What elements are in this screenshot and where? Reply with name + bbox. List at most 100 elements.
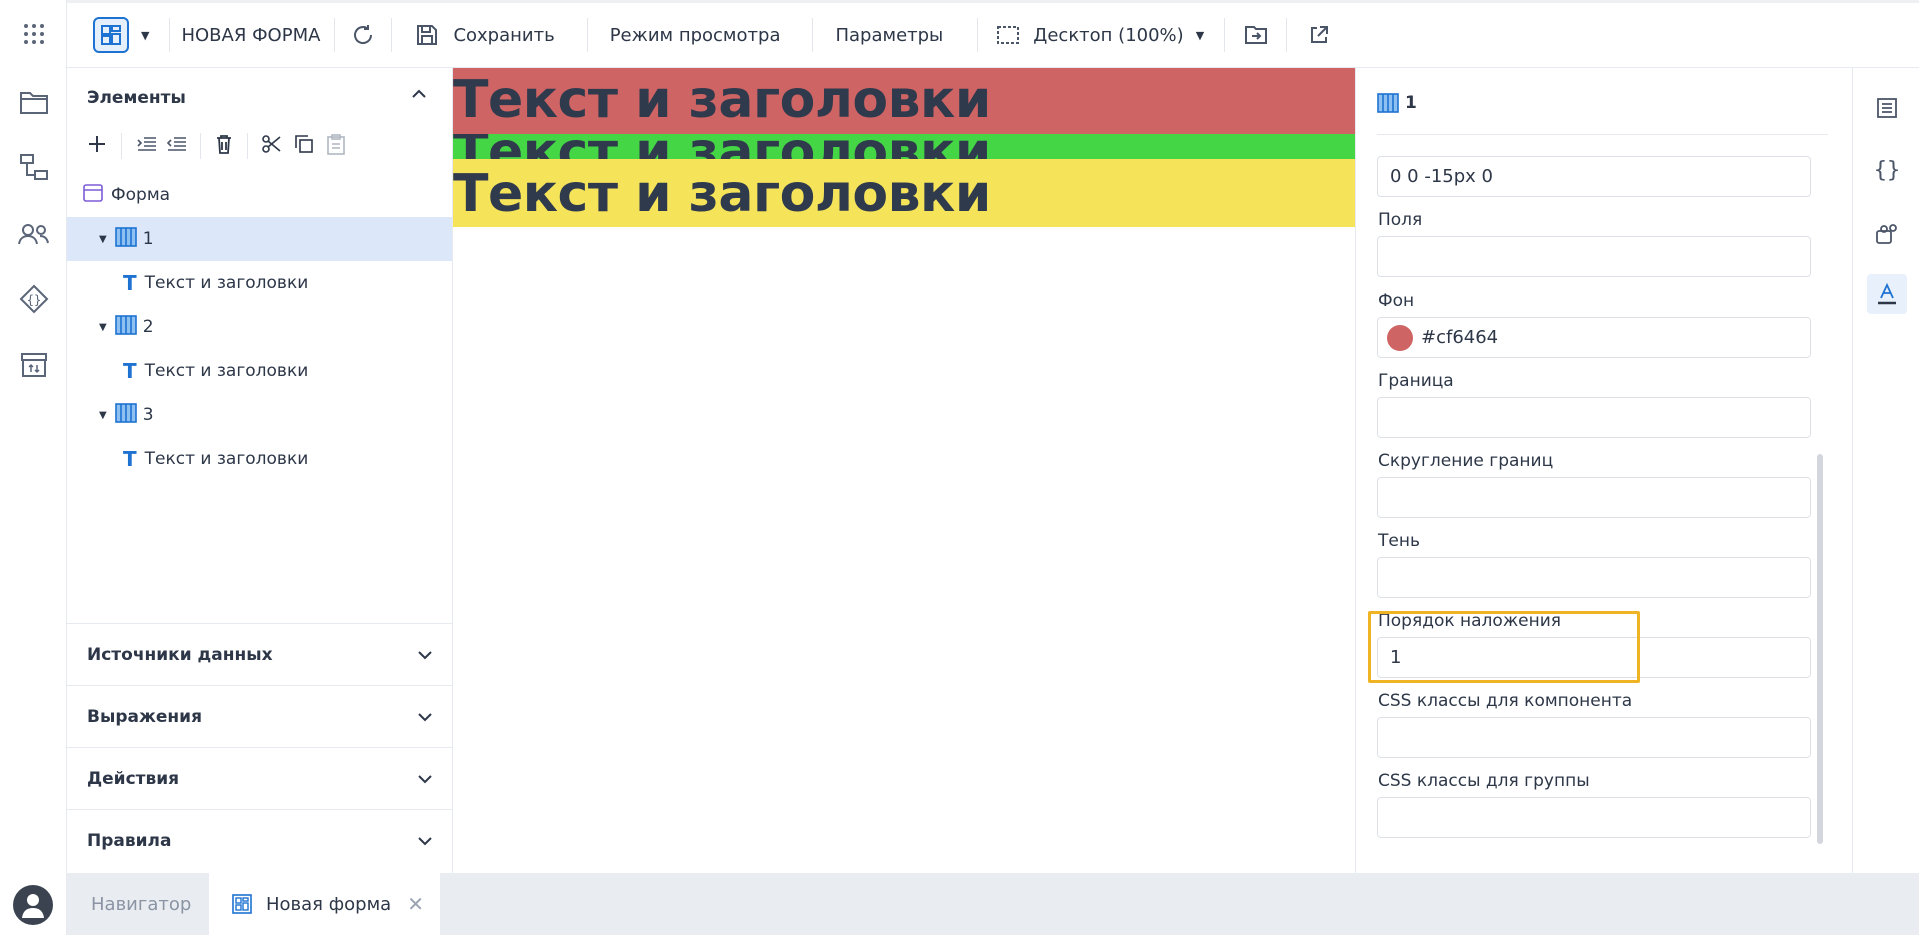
- caret-down-icon[interactable]: ▼: [99, 322, 107, 333]
- text-type-icon: T: [123, 447, 137, 471]
- caret-down-icon[interactable]: ▼: [99, 234, 107, 245]
- indent-icon[interactable]: [136, 136, 156, 157]
- code-braces-icon[interactable]: {}: [1867, 150, 1907, 190]
- section-title: Выражения: [87, 706, 202, 727]
- user-avatar[interactable]: [13, 885, 53, 925]
- add-icon[interactable]: [87, 134, 107, 159]
- properties-panel: 1 0 0 -15px 0 Поля Фон #cf6464 Граница С…: [1355, 68, 1852, 873]
- divider: [334, 18, 336, 52]
- device-selector[interactable]: Десктоп (100%) ▼: [997, 3, 1204, 67]
- tree-item-columns-1[interactable]: ▼ 1: [67, 217, 452, 261]
- paste-icon[interactable]: [326, 133, 346, 160]
- tree-item-text[interactable]: T Текст и заголовки: [67, 349, 452, 393]
- save-button[interactable]: Сохранить: [416, 3, 555, 67]
- code-diamond-icon[interactable]: {}: [17, 282, 51, 316]
- open-external-button[interactable]: [1309, 3, 1329, 67]
- background-input[interactable]: #cf6464: [1377, 317, 1811, 358]
- section-title: Правила: [87, 830, 172, 851]
- move-to-folder-button[interactable]: [1244, 3, 1268, 67]
- right-icon-rail: {}: [1852, 68, 1919, 873]
- tab-label: Новая форма: [266, 893, 392, 915]
- tree-item-form[interactable]: Форма: [67, 173, 452, 217]
- form-icon: [83, 183, 103, 208]
- tab-new-form[interactable]: Новая форма ✕: [209, 873, 440, 935]
- props-header: 1: [1377, 93, 1417, 113]
- caret-down-icon: ▼: [141, 28, 150, 42]
- events-icon[interactable]: [1867, 214, 1907, 254]
- section-expressions[interactable]: Выражения: [67, 685, 453, 747]
- canvas-heading[interactable]: Текст и заголовки: [453, 70, 991, 130]
- shadow-input[interactable]: [1377, 557, 1811, 598]
- text-type-icon: T: [123, 271, 137, 295]
- canvas-block-1[interactable]: Текст и заголовки: [453, 68, 1355, 134]
- form-layout-switcher[interactable]: ▼: [93, 3, 149, 67]
- properties-list-icon[interactable]: [1867, 88, 1907, 128]
- caret-down-icon[interactable]: ▼: [99, 410, 107, 421]
- apps-grid-icon[interactable]: [17, 17, 51, 51]
- preview-mode-button[interactable]: Режим просмотра: [610, 3, 781, 67]
- divider: [169, 18, 171, 52]
- close-icon[interactable]: ✕: [407, 892, 424, 916]
- device-label: Десктоп (100%): [1033, 24, 1184, 46]
- archive-icon[interactable]: [17, 348, 51, 382]
- section-datasources[interactable]: Источники данных: [67, 623, 453, 685]
- users-icon[interactable]: [17, 217, 51, 251]
- tree-item-columns-3[interactable]: ▼ 3: [67, 393, 452, 437]
- collapse-chevron-up-icon[interactable]: [411, 86, 427, 107]
- divider: [586, 18, 588, 52]
- tree-item-label: Текст и заголовки: [144, 449, 309, 469]
- props-element-name: 1: [1405, 93, 1417, 113]
- columns-icon: [114, 314, 137, 340]
- folder-move-icon: [1245, 26, 1268, 44]
- trash-icon[interactable]: [215, 134, 233, 159]
- params-button[interactable]: Параметры: [835, 3, 943, 67]
- shadow-label: Тень: [1378, 531, 1420, 551]
- form-layout-icon: [232, 894, 252, 914]
- refresh-button[interactable]: [351, 3, 375, 67]
- css-group-input[interactable]: [1377, 797, 1811, 838]
- padding-input[interactable]: [1377, 236, 1811, 277]
- copy-icon[interactable]: [294, 134, 314, 159]
- background-label: Фон: [1378, 291, 1415, 311]
- outdent-icon[interactable]: [166, 136, 186, 157]
- hierarchy-icon[interactable]: [17, 150, 51, 184]
- tree-item-label: Текст и заголовки: [144, 361, 309, 381]
- canvas-block-3[interactable]: Текст и заголовки: [453, 159, 1355, 227]
- tab-navigator[interactable]: Навигатор: [91, 873, 191, 935]
- form-title: НОВАЯ ФОРМА: [181, 24, 321, 46]
- margin-input[interactable]: 0 0 -15px 0: [1377, 156, 1811, 197]
- elements-panel: Элементы Форма ▼ 1 T Текст и заголовки ▼…: [67, 68, 453, 873]
- tree-item-label: Текст и заголовки: [144, 273, 309, 293]
- form-canvas[interactable]: Текст и заголовки Текст и заголовки Текс…: [453, 68, 1355, 873]
- text-style-icon[interactable]: [1867, 274, 1907, 314]
- tree-item-label: Форма: [111, 185, 171, 205]
- form-layout-icon: [93, 17, 129, 53]
- elements-toolbar: [67, 128, 453, 164]
- props-scrollbar[interactable]: [1817, 454, 1823, 844]
- border-radius-input[interactable]: [1377, 477, 1811, 518]
- border-radius-label: Скругление границ: [1378, 451, 1554, 471]
- css-component-input[interactable]: [1377, 717, 1811, 758]
- external-link-icon: [1311, 26, 1329, 43]
- css-component-label: CSS классы для компонента: [1378, 691, 1633, 711]
- folder-icon[interactable]: [17, 85, 51, 119]
- divider: [1286, 18, 1288, 52]
- chevron-down-icon: [418, 712, 432, 721]
- chevron-down-icon: [418, 836, 432, 845]
- elements-title: Элементы: [87, 88, 186, 108]
- tree-item-columns-2[interactable]: ▼ 2: [67, 305, 452, 349]
- canvas-heading[interactable]: Текст и заголовки: [453, 164, 991, 224]
- section-title: Источники данных: [87, 644, 273, 665]
- divider: [977, 18, 979, 52]
- background-value: #cf6464: [1421, 327, 1499, 348]
- tree-item-label: 1: [142, 229, 154, 249]
- section-rules[interactable]: Правила: [67, 809, 453, 871]
- bottom-tab-bar: Навигатор Новая форма ✕: [67, 873, 1919, 935]
- color-swatch[interactable]: [1387, 324, 1413, 351]
- zindex-highlight-frame: [1368, 611, 1640, 683]
- scissors-icon[interactable]: [262, 134, 282, 159]
- border-input[interactable]: [1377, 397, 1811, 438]
- tree-item-text[interactable]: T Текст и заголовки: [67, 437, 452, 481]
- tree-item-text[interactable]: T Текст и заголовки: [67, 261, 452, 305]
- section-actions[interactable]: Действия: [67, 747, 453, 809]
